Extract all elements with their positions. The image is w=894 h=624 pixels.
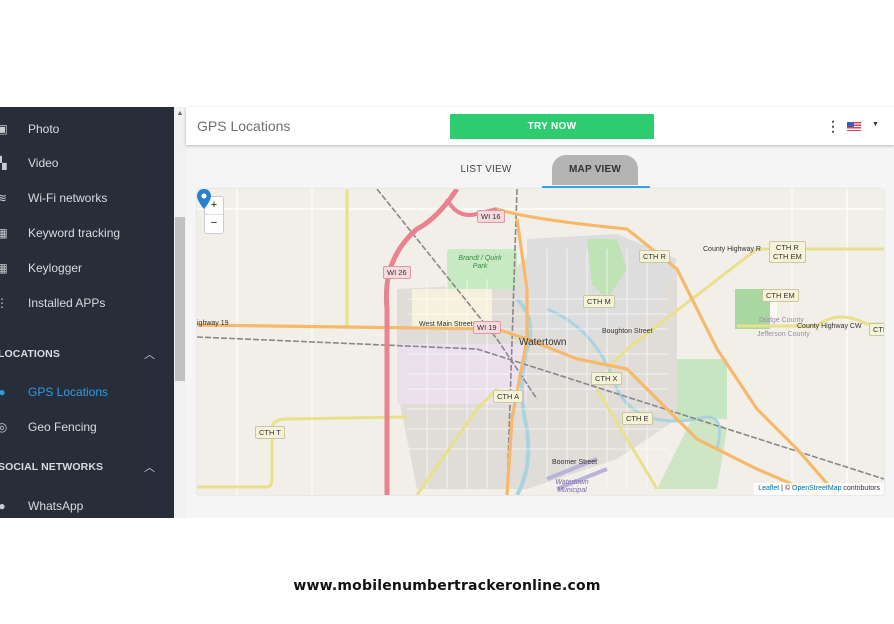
road-label: County Highway R — [703, 246, 761, 253]
sidebar: ▣ Photo ▚ Video ≋ Wi-Fi networks ▦ Keywo… — [0, 107, 174, 518]
zoom-out-button[interactable]: − — [205, 215, 223, 232]
sidebar-item-label: Keylogger — [28, 261, 83, 275]
try-now-button[interactable]: TRY NOW — [450, 114, 654, 139]
road-label: Boomer Street — [552, 459, 598, 466]
sidebar-item-label: Photo — [28, 122, 60, 136]
osm-link[interactable]: OpenStreetMap — [792, 485, 841, 492]
park-label: Brandt / Quirk Park — [458, 255, 502, 270]
us-flag-icon[interactable] — [847, 122, 861, 131]
whatsapp-icon: ● — [0, 499, 6, 513]
road-label: ighway 19 — [197, 320, 229, 327]
route-shield: CTH EM — [762, 289, 799, 302]
sidebar-item-label: Geo Fencing — [28, 420, 97, 434]
top-bar: GPS Locations TRY NOW ⋮ ▼ — [186, 107, 894, 145]
keyboard-icon: ▦ — [0, 261, 8, 275]
route-shield: CTH R CTH EM — [769, 241, 806, 263]
sidebar-item-label: WhatsApp — [28, 499, 84, 513]
sidebar-item-label: Keyword tracking — [28, 226, 121, 240]
apps-icon: ⋮ — [0, 296, 8, 310]
more-vert-icon[interactable]: ⋮ — [826, 119, 840, 133]
route-shield: CTH R — [639, 250, 670, 263]
route-shield: CTH T — [255, 426, 285, 439]
airport-label: Watertown Municipal — [555, 479, 589, 494]
city-label: Watertown — [519, 337, 567, 348]
caret-down-icon[interactable]: ▼ — [872, 121, 879, 128]
section-label: SOCIAL NETWORKS — [0, 461, 104, 473]
route-shield: CTH X — [591, 372, 622, 385]
road-label: Boughton Street — [602, 328, 653, 335]
sidebar-scrollbar[interactable]: ▲ — [174, 107, 186, 518]
route-shield: CTH M — [583, 295, 615, 308]
route-shield: WI 16 — [477, 210, 505, 223]
sidebar-item-geo-fencing[interactable]: ◎ Geo Fencing — [0, 412, 174, 442]
tab-map-view[interactable]: MAP VIEW — [552, 155, 638, 185]
chevron-up-icon[interactable]: ︿ — [144, 346, 155, 362]
road-label: West Main Street — [419, 321, 473, 328]
sidebar-item-photo[interactable]: ▣ Photo — [0, 114, 174, 144]
leaflet-link[interactable]: Leaflet — [758, 485, 779, 492]
route-shield: CTH E — [622, 412, 653, 425]
route-shield: WI 19 — [473, 321, 501, 334]
section-locations[interactable]: LOCATIONS ︿ — [0, 344, 174, 364]
sidebar-item-label: GPS Locations — [28, 385, 109, 399]
location-marker-icon[interactable] — [197, 189, 211, 209]
sidebar-item-label: Installed APPs — [28, 296, 106, 310]
view-tabs: LIST VIEW MAP VIEW — [186, 145, 894, 189]
route-shield: CTH — [869, 323, 884, 336]
keyboard-icon: ▦ — [0, 226, 8, 240]
sidebar-item-video[interactable]: ▚ Video — [0, 148, 174, 178]
route-shield: CTH A — [493, 390, 524, 403]
tab-list-view[interactable]: LIST VIEW — [446, 155, 526, 185]
video-icon: ▚ — [0, 156, 7, 170]
road-label: County Highway CW — [797, 323, 862, 330]
map-attribution: Leaflet | © OpenStreetMap contributors — [754, 483, 884, 495]
sidebar-item-keylogger[interactable]: ▦ Keylogger — [0, 253, 174, 283]
section-label: LOCATIONS — [0, 348, 60, 360]
map[interactable]: + − ighway 19 West Main Street County Hi… — [197, 189, 884, 495]
route-shield: WI 26 — [383, 266, 411, 279]
active-tab-indicator — [542, 186, 650, 188]
sidebar-item-gps-locations[interactable]: ● GPS Locations — [0, 377, 174, 407]
main-content: GPS Locations TRY NOW ⋮ ▼ LIST VIEW MAP … — [186, 107, 894, 518]
scroll-up-arrow-icon[interactable]: ▲ — [174, 107, 186, 121]
sidebar-item-keyword-tracking[interactable]: ▦ Keyword tracking — [0, 218, 174, 248]
page-title: GPS Locations — [197, 118, 291, 134]
sidebar-item-whatsapp[interactable]: ● WhatsApp — [0, 491, 174, 518]
wooded-area-east — [677, 359, 727, 419]
wifi-icon: ≋ — [0, 191, 8, 205]
scroll-thumb[interactable] — [175, 217, 185, 381]
image-icon: ▣ — [0, 122, 8, 136]
chevron-up-icon[interactable]: ︿ — [144, 459, 155, 475]
section-social-networks[interactable]: SOCIAL NETWORKS ︿ — [0, 457, 174, 477]
county-label: Dodge County — [759, 317, 804, 324]
attribution-suffix: contributors — [841, 485, 880, 492]
sidebar-item-installed-apps[interactable]: ⋮ Installed APPs — [0, 288, 174, 318]
sidebar-item-label: Wi-Fi networks — [28, 191, 108, 205]
target-icon: ◎ — [0, 420, 8, 434]
footer-url: www.mobilenumbertrackeronline.com — [293, 578, 601, 594]
county-label: Jefferson County — [757, 331, 810, 338]
sidebar-item-label: Video — [28, 156, 59, 170]
sidebar-item-wifi-networks[interactable]: ≋ Wi-Fi networks — [0, 183, 174, 213]
location-pin-icon: ● — [0, 385, 6, 399]
attribution-separator: | © — [779, 485, 793, 492]
